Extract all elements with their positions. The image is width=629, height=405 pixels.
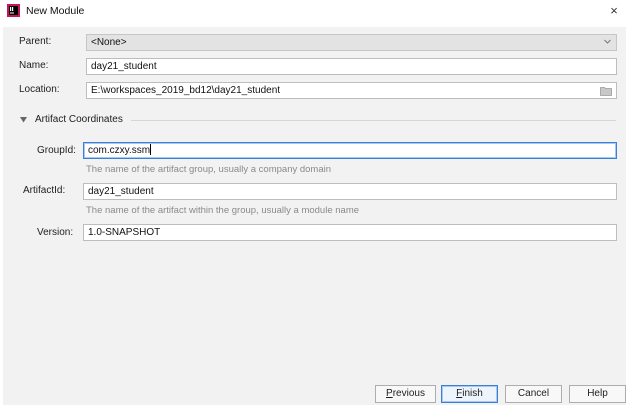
location-value: E:\workspaces_2019_bd12\day21_student <box>91 85 281 96</box>
groupid-value: com.czxy.ssm <box>88 145 151 156</box>
groupid-label: GroupId: <box>37 145 76 156</box>
cancel-button[interactable]: Cancel <box>505 385 562 403</box>
artifactid-label: ArtifactId: <box>23 185 66 196</box>
version-value: 1.0-SNAPSHOT <box>88 227 161 238</box>
version-label: Version: <box>37 227 74 238</box>
artifact-section-title[interactable]: Artifact Coordinates <box>35 114 123 125</box>
previous-button[interactable]: Previous <box>375 385 436 403</box>
section-divider <box>131 120 616 121</box>
finish-button[interactable]: Finish <box>441 385 498 403</box>
location-label: Location: <box>19 84 60 95</box>
text-cursor <box>150 144 152 155</box>
help-button[interactable]: Help <box>569 385 626 403</box>
finish-label: inish <box>462 388 483 399</box>
artifactid-hint: The name of the artifact within the grou… <box>86 205 360 216</box>
title-bar: New Module × <box>0 0 629 22</box>
window-title: New Module <box>26 5 85 17</box>
parent-label: Parent: <box>19 36 52 47</box>
close-icon[interactable]: × <box>606 3 622 19</box>
previous-label: revious <box>392 388 425 399</box>
previous-mnemonic: P <box>386 388 393 399</box>
artifactid-value: day21_student <box>88 186 154 197</box>
version-field[interactable]: 1.0-SNAPSHOT <box>83 224 617 241</box>
collapse-triangle-icon[interactable] <box>20 117 27 123</box>
name-value: day21_student <box>91 61 157 72</box>
chevron-down-icon <box>604 39 611 44</box>
groupid-field[interactable]: com.czxy.ssm <box>83 142 617 159</box>
artifactid-field[interactable]: day21_student <box>83 183 617 200</box>
groupid-hint: The name of the artifact group, usually … <box>86 164 332 175</box>
intellij-idea-icon <box>7 4 20 17</box>
parent-value: <None> <box>91 37 127 48</box>
name-label: Name: <box>19 60 49 71</box>
name-field[interactable]: day21_student <box>86 58 617 75</box>
folder-icon[interactable] <box>600 86 612 96</box>
location-field[interactable]: E:\workspaces_2019_bd12\day21_student <box>86 82 617 99</box>
parent-select[interactable]: <None> <box>86 34 617 51</box>
